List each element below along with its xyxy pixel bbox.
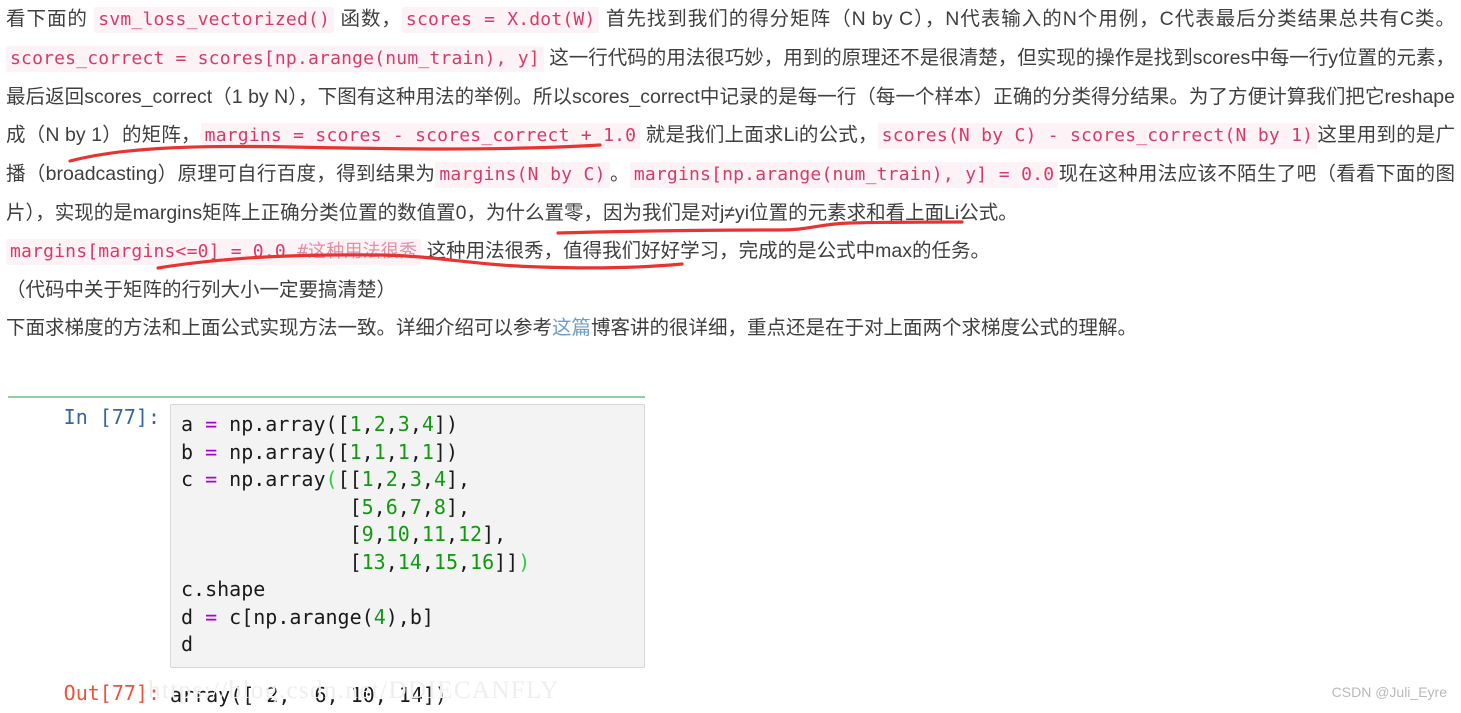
article-body: 看下面的 svm_loss_vectorized() 函数， scores = X… [6, 0, 1455, 347]
inline-code-margins-shape: margins(N by C) [435, 162, 610, 188]
text-run: 这种用法很秀，值得我们好好学习，完成的是公式中max的任务。 [421, 240, 990, 262]
inline-code-scores-dot: scores = X.dot(W) [401, 7, 600, 33]
in-prompt-label: In [77]: [63, 405, 160, 429]
paragraph-2: margins[margins<=0] = 0.0 #这种用法很秀 这种用法很秀… [6, 232, 1455, 271]
jupyter-notebook-cell: In [77]: a = np.array([1,2,3,4]) b = np.… [0, 404, 700, 709]
text-run: 。 [609, 163, 630, 185]
inline-code-margins-assign: margins = scores - scores_correct + 1.0 [200, 123, 641, 149]
text-run: 博客讲的很详细，重点还是在于对上面两个求梯度公式的理解。 [591, 317, 1138, 339]
inline-code-svm-loss-vectorized: svm_loss_vectorized() [94, 7, 335, 33]
paragraph-4: 下面求梯度的方法和上面公式实现方法一致。详细介绍可以参考这篇博客讲的很详细，重点… [6, 309, 1455, 347]
reference-blog-link[interactable]: 这篇 [552, 317, 591, 339]
text-run: 看下面的 [6, 8, 95, 30]
out-prompt-label: Out[77]: [63, 680, 160, 705]
code-editor-area[interactable]: a = np.array([1,2,3,4]) b = np.array([1,… [170, 404, 645, 668]
inline-code-scores-correct: scores_correct = scores[np.arange(num_tr… [6, 46, 544, 72]
section-divider [8, 396, 645, 398]
text-run: 函数， [334, 8, 402, 30]
paragraph-1: 看下面的 svm_loss_vectorized() 函数， scores = X… [6, 0, 1455, 232]
code-comment: #这种用法很秀 [296, 241, 418, 262]
text-run: （代码中关于矩阵的行列大小一定要搞清楚） [6, 279, 397, 301]
inline-code-margins-zero: margins[np.arange(num_train), y] = 0.0 [629, 162, 1059, 188]
code-text: margins[margins<=0] = 0.0 [10, 241, 297, 262]
watermark-url: https://blog.csdn.net/DDIECANFLY [148, 677, 560, 704]
code-line-1: a = np.array([1,2,3,4]) b = np.array([1,… [181, 412, 531, 656]
text-run: 首先找到我们的得分矩阵（N by C），N代表输入的N个用例，C代表最后分类结果… [599, 8, 1455, 30]
paragraph-3: （代码中关于矩阵的行列大小一定要搞清楚） [6, 271, 1455, 309]
inline-code-scores-broadcast: scores(N by C) - scores_correct(N by 1) [877, 123, 1318, 149]
watermark-csdn-author: CSDN @Juli_Eyre [1331, 684, 1447, 700]
text-run: 就是我们上面求Li的公式， [640, 124, 878, 146]
notebook-input-row: In [77]: a = np.array([1,2,3,4]) b = np.… [0, 404, 700, 668]
inline-code-margins-clip: margins[margins<=0] = 0.0 #这种用法很秀 [6, 239, 422, 265]
text-run: 下面求梯度的方法和上面公式实现方法一致。详细介绍可以参考 [6, 317, 553, 339]
